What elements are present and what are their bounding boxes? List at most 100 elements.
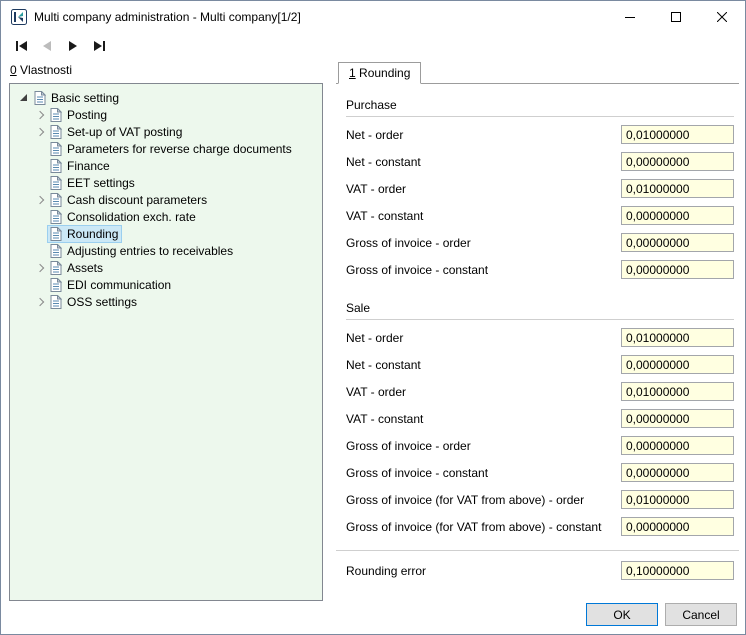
purchase-gross-order-input[interactable] [621,233,734,252]
maximize-button[interactable] [653,1,699,33]
tree-item-adjusting-entries[interactable]: Adjusting entries to receivables [10,242,322,259]
tree-item-oss-settings[interactable]: OSS settings [10,293,322,310]
field-label: VAT - constant [346,209,431,223]
field-row: Net - constant [346,148,734,175]
purchase-vat-constant-input[interactable] [621,206,734,225]
rounding-error-input[interactable] [621,561,734,580]
tree-item-rounding[interactable]: Rounding [10,225,322,242]
minimize-icon [625,17,635,18]
next-record-button[interactable] [63,36,83,56]
sale-net-constant-input[interactable] [621,355,734,374]
document-icon [49,193,63,207]
app-icon [10,8,28,26]
previous-record-icon [43,41,51,51]
document-icon [49,244,63,258]
window-title: Multi company administration - Multi com… [34,10,607,24]
document-icon [49,159,63,173]
chevron-right-icon[interactable] [36,129,48,135]
field-row: Gross of invoice (for VAT from above) - … [346,513,734,540]
tree-item-assets[interactable]: Assets [10,259,322,276]
purchase-gross-constant-input[interactable] [621,260,734,279]
document-icon [49,295,63,309]
tree-item-label: Cash discount parameters [67,193,207,207]
field-row: Net - order [346,324,734,351]
group-title-sale: Sale [346,297,734,320]
field-row: VAT - constant [346,405,734,432]
previous-record-button[interactable] [37,36,57,56]
close-button[interactable] [699,1,745,33]
tree-item-eet-settings[interactable]: EET settings [10,174,322,191]
document-icon [49,261,63,275]
chevron-right-icon[interactable] [36,197,48,203]
field-label: VAT - order [346,385,414,399]
ok-button[interactable]: OK [586,603,658,626]
field-row: Gross of invoice - order [346,229,734,256]
tree-item-label: Adjusting entries to receivables [67,244,233,258]
tree-item-consolidation-exch-rate[interactable]: Consolidation exch. rate [10,208,322,225]
field-label: Net - constant [346,155,429,169]
sale-gross-vat-above-order-input[interactable] [621,490,734,509]
sale-vat-order-input[interactable] [621,382,734,401]
first-record-button[interactable] [11,36,31,56]
sale-gross-constant-input[interactable] [621,463,734,482]
field-row: Gross of invoice - constant [346,256,734,283]
sale-gross-vat-above-constant-input[interactable] [621,517,734,536]
group-title-purchase: Purchase [346,94,734,117]
tree-item-body: Basic setting [32,90,122,106]
record-navigation-toolbar [1,33,745,59]
minimize-button[interactable] [607,1,653,33]
tree-item-basic-setting[interactable]: Basic setting [10,89,322,106]
document-icon [33,91,47,105]
chevron-right-icon[interactable] [36,265,48,271]
field-label: VAT - constant [346,412,431,426]
field-label: Net - order [346,331,411,345]
selected-tree-item-body: Rounding [48,226,121,242]
maximize-icon [671,12,681,22]
tree-item-label: Finance [67,159,110,173]
purchase-net-constant-input[interactable] [621,152,734,171]
tab-rounding[interactable]: 1 Rounding [338,62,421,84]
tree-item-cash-discount-parameters[interactable]: Cash discount parameters [10,191,322,208]
tree-item-setup-vat-posting[interactable]: Set-up of VAT posting [10,123,322,140]
field-label: Gross of invoice (for VAT from above) - … [346,520,609,534]
chevron-right-icon[interactable] [36,299,48,305]
field-label: Net - constant [346,358,429,372]
document-icon [49,278,63,292]
separator [336,550,739,551]
tree-item-label: Consolidation exch. rate [67,210,196,224]
title-bar[interactable]: Multi company administration - Multi com… [1,1,745,33]
settings-tree: Basic setting Posting Set-up of VAT post… [9,83,323,601]
tree-item-label: Set-up of VAT posting [67,125,182,139]
field-label: Rounding error [346,564,434,578]
field-label: VAT - order [346,182,414,196]
purchase-vat-order-input[interactable] [621,179,734,198]
document-icon [49,176,63,190]
tree-item-edi-communication[interactable]: EDI communication [10,276,322,293]
document-icon [49,125,63,139]
tree-item-parameters-reverse-charge[interactable]: Parameters for reverse charge documents [10,140,322,157]
tree-item-label: Rounding [67,227,118,241]
field-label: Gross of invoice - order [346,236,479,250]
field-row: VAT - order [346,378,734,405]
tab-strip: 1 Rounding [336,62,739,84]
sale-vat-constant-input[interactable] [621,409,734,428]
tree-item-posting[interactable]: Posting [10,106,322,123]
purchase-net-order-input[interactable] [621,125,734,144]
field-row: VAT - constant [346,202,734,229]
field-row: Net - constant [346,351,734,378]
cancel-button[interactable]: Cancel [665,603,737,626]
sale-net-order-input[interactable] [621,328,734,347]
field-row: Rounding error [346,557,734,584]
last-record-button[interactable] [89,36,109,56]
expanded-triangle-icon[interactable] [20,94,32,101]
sale-gross-order-input[interactable] [621,436,734,455]
tree-item-finance[interactable]: Finance [10,157,322,174]
chevron-right-icon[interactable] [36,112,48,118]
dialog-footer: OK Cancel [586,603,737,626]
field-label: Gross of invoice (for VAT from above) - … [346,493,592,507]
field-row: Gross of invoice - constant [346,459,734,486]
field-label: Gross of invoice - order [346,439,479,453]
dialog-window: Multi company administration - Multi com… [0,0,746,635]
first-record-icon [16,41,18,51]
close-icon [717,12,727,22]
